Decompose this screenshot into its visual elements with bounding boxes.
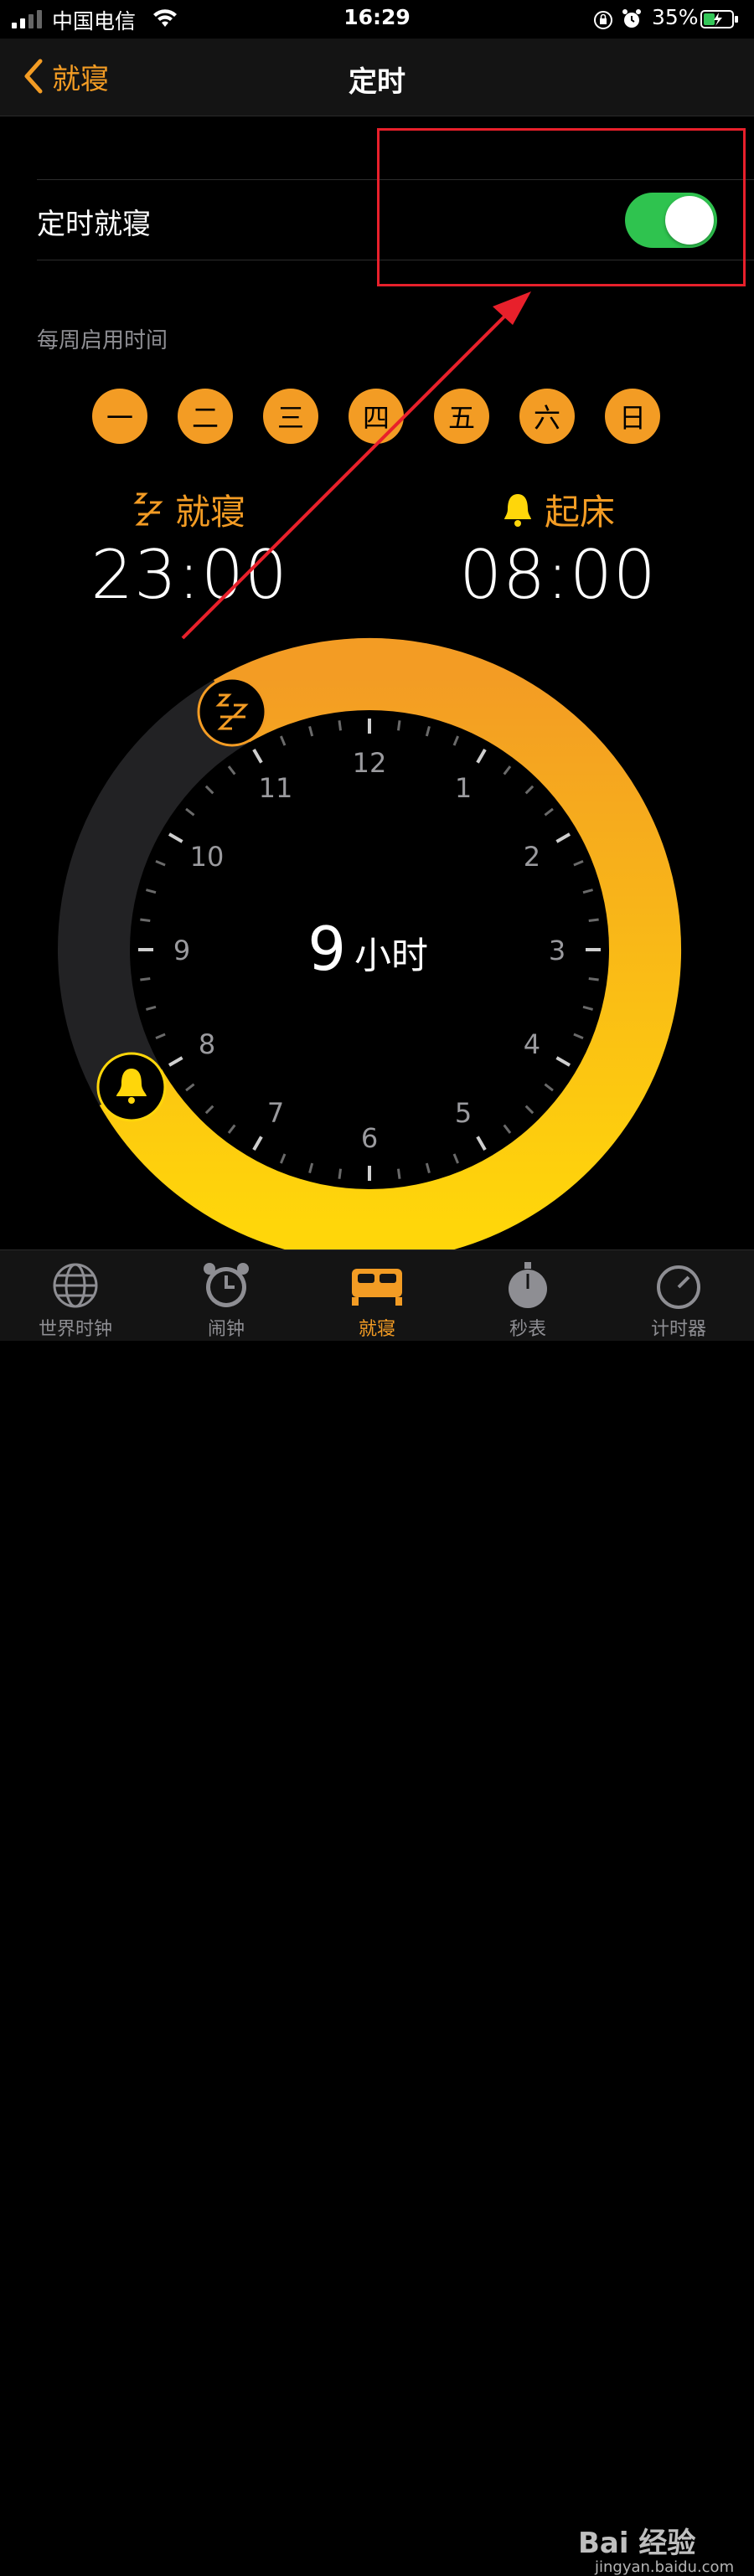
tab-world-clock[interactable]: 世界时钟: [0, 1250, 151, 1341]
tab-label: 计时器: [650, 1319, 706, 1340]
watermark-logo: Bai 经验: [578, 2527, 696, 2560]
hour-label: 8: [199, 1028, 215, 1060]
hour-label: 9: [173, 935, 190, 966]
duration-number: 9: [307, 914, 346, 984]
watermark-url: jingyan.baidu.com: [595, 2558, 735, 2576]
alarm-clock-icon: [204, 1263, 249, 1307]
sleep-dial[interactable]: 121234567891011 9 小时: [0, 0, 754, 1249]
tab-stopwatch[interactable]: 秒表: [452, 1250, 603, 1341]
bedtime-handle[interactable]: [197, 677, 267, 747]
hour-label: 7: [267, 1097, 284, 1129]
hour-label: 5: [455, 1097, 472, 1129]
hour-label: 12: [353, 747, 387, 779]
wakeup-handle[interactable]: [96, 1052, 167, 1122]
clock-tick: [338, 1168, 343, 1179]
hour-label: 3: [549, 935, 566, 966]
clock-tick: [396, 720, 401, 731]
clock-tick: [396, 1168, 401, 1179]
clock-tick: [588, 918, 599, 923]
globe-icon: [53, 1263, 98, 1308]
clock-tick: [140, 976, 151, 981]
hour-label: 6: [361, 1122, 378, 1154]
hour-label: 10: [190, 841, 225, 873]
tab-label: 闹钟: [207, 1319, 245, 1340]
tab-label: 就寝: [358, 1319, 395, 1340]
hour-label: 1: [455, 772, 472, 804]
timer-icon: [657, 1265, 700, 1309]
tab-timer[interactable]: 计时器: [603, 1250, 754, 1341]
hour-label: 2: [524, 841, 540, 873]
bed-icon: [352, 1269, 402, 1306]
annotation-arrow: [181, 291, 531, 640]
tab-label: 秒表: [509, 1319, 546, 1340]
duration-unit: 小时: [354, 935, 428, 977]
hour-label: 4: [524, 1028, 540, 1060]
tab-label: 世界时钟: [38, 1319, 112, 1340]
clock-tick: [588, 976, 599, 981]
hour-label: 11: [259, 772, 293, 804]
tab-bedtime[interactable]: 就寝: [302, 1250, 452, 1341]
clock-tick: [338, 720, 343, 731]
clock-tick: [140, 918, 151, 923]
tab-bar: 世界时钟 闹钟 就寝 秒表 计时器 Bai 经验 jingyan.baidu.c…: [0, 1249, 754, 2576]
tab-alarm[interactable]: 闹钟: [151, 1250, 302, 1341]
stopwatch-icon: [509, 1262, 547, 1308]
